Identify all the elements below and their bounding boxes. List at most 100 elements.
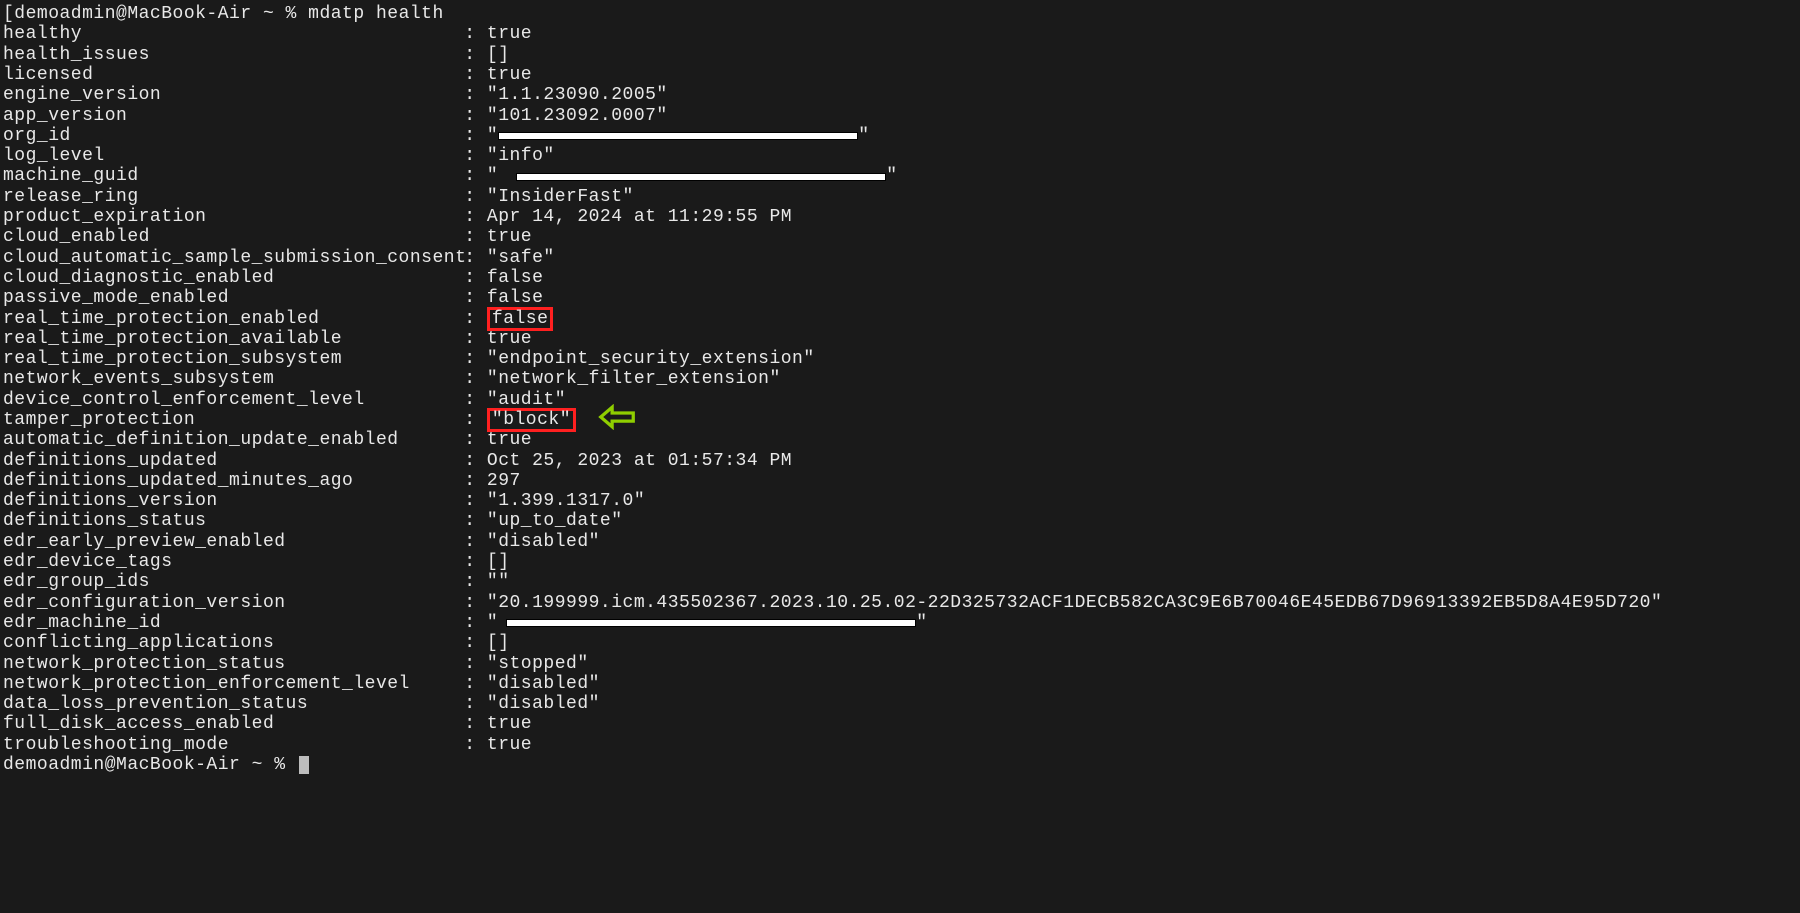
separator: : <box>453 288 487 308</box>
separator: : <box>453 248 487 268</box>
redacted-suffix: " <box>858 126 869 146</box>
output-row-cloud_automatic_sample_submission_consent: cloud_automatic_sample_submission_consen… <box>3 248 1800 268</box>
output-row-edr_configuration_version: edr_configuration_version : "20.199999.i… <box>3 593 1800 613</box>
health-key: definitions_updated <box>3 451 453 471</box>
health-value: [] <box>487 633 510 653</box>
health-key: edr_machine_id <box>3 613 453 633</box>
health-value: "disabled" <box>487 532 600 552</box>
separator: : <box>453 471 487 491</box>
output-row-edr_device_tags: edr_device_tags : [] <box>3 552 1800 572</box>
separator: : <box>453 593 487 613</box>
highlighted-value: false <box>487 307 554 331</box>
health-key: real_time_protection_available <box>3 329 453 349</box>
redacted-value <box>498 132 858 140</box>
terminal-window[interactable]: [demoadmin@MacBook-Air ~ % mdatp health … <box>0 0 1800 775</box>
health-key: release_ring <box>3 187 453 207</box>
health-value: "1.1.23090.2005" <box>487 85 668 105</box>
separator: : <box>453 166 487 186</box>
output-row-network_events_subsystem: network_events_subsystem : "network_filt… <box>3 369 1800 389</box>
health-key: data_loss_prevention_status <box>3 694 453 714</box>
separator: : <box>453 674 487 694</box>
highlighted-value: "block" <box>487 408 576 432</box>
separator: : <box>453 552 487 572</box>
health-value: Oct 25, 2023 at 01:57:34 PM <box>487 451 792 471</box>
health-value: "endpoint_security_extension" <box>487 349 815 369</box>
redacted-suffix: " <box>916 613 927 633</box>
separator: : <box>453 633 487 653</box>
output-row-health_issues: health_issues : [] <box>3 45 1800 65</box>
health-key: machine_guid <box>3 166 453 186</box>
output-row-definitions_updated_minutes_ago: definitions_updated_minutes_ago : 297 <box>3 471 1800 491</box>
separator: : <box>453 187 487 207</box>
separator: : <box>453 227 487 247</box>
health-key: org_id <box>3 126 453 146</box>
health-key: licensed <box>3 65 453 85</box>
typed-command: mdatp health <box>308 4 444 24</box>
health-key: network_protection_enforcement_level <box>3 674 453 694</box>
health-value: Apr 14, 2024 at 11:29:55 PM <box>487 207 792 227</box>
output-row-network_protection_status: network_protection_status : "stopped" <box>3 654 1800 674</box>
health-value: "disabled" <box>487 674 600 694</box>
separator: : <box>453 572 487 592</box>
health-key: device_control_enforcement_level <box>3 390 453 410</box>
separator: : <box>453 85 487 105</box>
health-value: "101.23092.0007" <box>487 106 668 126</box>
separator: : <box>453 329 487 349</box>
separator: : <box>453 309 487 329</box>
output-row-edr_machine_id: edr_machine_id : "" <box>3 613 1800 633</box>
output-row-licensed: licensed : true <box>3 65 1800 85</box>
separator: : <box>453 654 487 674</box>
health-key: healthy <box>3 24 453 44</box>
health-key: real_time_protection_subsystem <box>3 349 453 369</box>
health-key: conflicting_applications <box>3 633 453 653</box>
separator: : <box>453 430 487 450</box>
health-value: "20.199999.icm.435502367.2023.10.25.02-2… <box>487 593 1662 613</box>
health-value: "up_to_date" <box>487 511 623 531</box>
separator: : <box>453 146 487 166</box>
health-value: "InsiderFast" <box>487 187 634 207</box>
separator: : <box>453 410 487 430</box>
output-row-real_time_protection_available: real_time_protection_available : true <box>3 329 1800 349</box>
redacted-prefix: " <box>487 126 498 146</box>
output-row-real_time_protection_enabled: real_time_protection_enabled : false <box>3 308 1800 328</box>
output-row-release_ring: release_ring : "InsiderFast" <box>3 187 1800 207</box>
separator: : <box>453 613 487 633</box>
separator: : <box>453 694 487 714</box>
separator: : <box>453 65 487 85</box>
redacted-prefix: " <box>487 166 498 186</box>
health-key: cloud_enabled <box>3 227 453 247</box>
separator: : <box>453 45 487 65</box>
output-row-machine_guid: machine_guid : "" <box>3 166 1800 186</box>
redacted-value <box>506 619 916 627</box>
health-key: log_level <box>3 146 453 166</box>
separator: : <box>453 511 487 531</box>
health-value: "stopped" <box>487 654 589 674</box>
health-value: 297 <box>487 471 521 491</box>
redacted-value <box>516 173 886 181</box>
health-value: true <box>487 714 532 734</box>
health-key: passive_mode_enabled <box>3 288 453 308</box>
health-value: "network_filter_extension" <box>487 369 781 389</box>
health-key: full_disk_access_enabled <box>3 714 453 734</box>
separator: : <box>453 390 487 410</box>
health-value: [] <box>487 552 510 572</box>
prompt-line-1: [demoadmin@MacBook-Air ~ % mdatp health <box>3 4 1800 24</box>
prompt-line-2[interactable]: demoadmin@MacBook-Air ~ % <box>3 755 1800 775</box>
output-row-real_time_protection_subsystem: real_time_protection_subsystem : "endpoi… <box>3 349 1800 369</box>
health-key: tamper_protection <box>3 410 453 430</box>
health-key: cloud_diagnostic_enabled <box>3 268 453 288</box>
health-key: definitions_version <box>3 491 453 511</box>
health-key: network_protection_status <box>3 654 453 674</box>
separator: : <box>453 24 487 44</box>
output-row-tamper_protection: tamper_protection : "block" <box>3 410 1800 430</box>
health-key: product_expiration <box>3 207 453 227</box>
separator: : <box>453 126 487 146</box>
output-row-cloud_enabled: cloud_enabled : true <box>3 227 1800 247</box>
output-row-troubleshooting_mode: troubleshooting_mode : true <box>3 735 1800 755</box>
separator: : <box>453 349 487 369</box>
health-value: true <box>487 227 532 247</box>
health-key: edr_group_ids <box>3 572 453 592</box>
health-key: automatic_definition_update_enabled <box>3 430 453 450</box>
separator: : <box>453 532 487 552</box>
separator: : <box>453 369 487 389</box>
